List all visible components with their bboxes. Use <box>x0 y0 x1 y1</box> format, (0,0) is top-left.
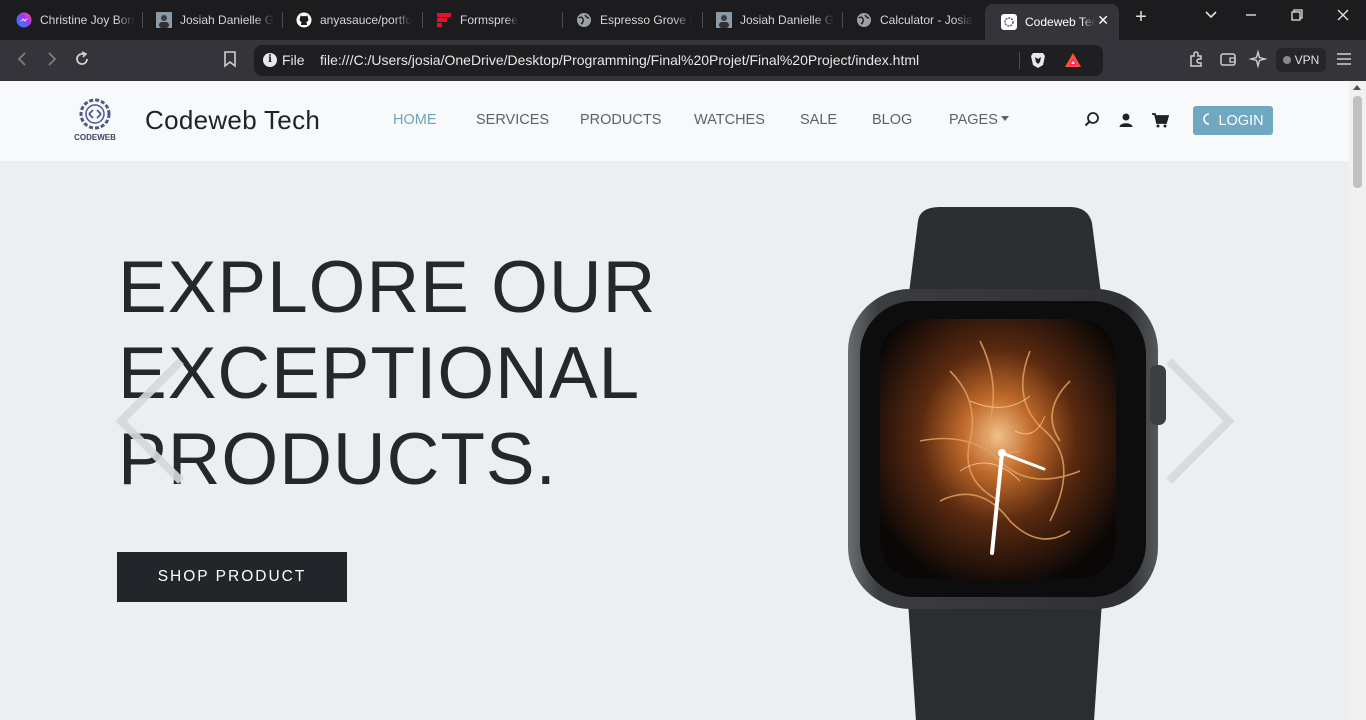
vpn-status-icon <box>1282 56 1291 64</box>
tab-title: Formspree <box>460 13 519 27</box>
brave-rewards-icon[interactable] <box>1064 51 1082 69</box>
nav-products[interactable]: PRODUCTS <box>580 112 661 128</box>
nav-blog[interactable]: BLOG <box>872 112 912 128</box>
browser-tab[interactable]: Josiah Danielle G <box>140 6 280 34</box>
browser-tab[interactable]: Espresso Grove | <box>560 6 700 34</box>
browser-tab[interactable]: Christine Joy Borr <box>0 6 140 34</box>
site-navbar: CODEWEB Codeweb Tech HOME SERVICES PRODU… <box>0 81 1349 161</box>
user-icon[interactable] <box>1117 111 1135 129</box>
address-scheme-label: File <box>282 52 305 68</box>
browser-tab[interactable]: Formspree <box>420 6 560 34</box>
address-url[interactable]: file:///C:/Users/josia/OneDrive/Desktop/… <box>320 52 919 68</box>
github-icon <box>296 12 312 28</box>
search-icon[interactable] <box>1083 111 1101 129</box>
hero-title-line: PRODUCTS. <box>118 419 557 500</box>
forward-icon[interactable] <box>41 49 63 71</box>
login-icon <box>1202 112 1212 130</box>
tab-list-chevron-icon[interactable] <box>1199 8 1223 27</box>
address-bar[interactable]: i File file:///C:/Users/josia/OneDrive/D… <box>254 45 1103 76</box>
cart-icon[interactable] <box>1151 111 1170 129</box>
tab-title: Codeweb Tec <box>1025 15 1095 29</box>
smartwatch-product-image <box>830 201 1190 720</box>
close-window-icon[interactable] <box>1331 8 1355 27</box>
brand-name[interactable]: Codeweb Tech <box>145 105 320 136</box>
nav-services[interactable]: SERVICES <box>476 112 549 128</box>
new-tab-button[interactable]: + <box>1129 6 1153 29</box>
avatar-icon <box>716 12 732 28</box>
menu-icon[interactable] <box>1333 49 1355 71</box>
brave-shields-icon[interactable] <box>1030 51 1046 69</box>
extensions-icon[interactable] <box>1186 49 1208 71</box>
scrollbar-thumb[interactable] <box>1353 96 1362 188</box>
scroll-up-icon[interactable] <box>1353 85 1361 90</box>
browser-tab[interactable]: Calculator - Josia <box>840 6 980 34</box>
tab-title: anyasauce/portfo <box>320 13 413 27</box>
browser-tab[interactable]: Josiah Danielle G <box>700 6 840 34</box>
bookmark-icon[interactable] <box>219 49 241 71</box>
codeweb-icon <box>1001 14 1017 30</box>
reload-icon[interactable] <box>71 49 93 71</box>
tab-title: Christine Joy Borr <box>40 13 136 27</box>
address-separator <box>1019 52 1020 69</box>
login-label: LOGIN <box>1218 112 1264 129</box>
nav-pages-label: PAGES <box>949 112 998 128</box>
tab-title: Espresso Grove | <box>600 13 693 27</box>
minimize-icon[interactable] <box>1239 8 1263 27</box>
carousel-prev-icon[interactable] <box>115 357 185 487</box>
close-tab-icon[interactable]: ✕ <box>1097 12 1109 29</box>
formspree-icon <box>436 12 452 28</box>
vpn-button[interactable]: VPN <box>1276 48 1326 72</box>
tab-title: Josiah Danielle G <box>740 13 835 27</box>
web-page: CODEWEB Codeweb Tech HOME SERVICES PRODU… <box>0 81 1349 720</box>
browser-tab-active[interactable]: Codeweb Tec ✕ <box>985 4 1119 40</box>
hero-title-line: EXPLORE OUR <box>118 247 657 328</box>
messenger-icon <box>16 12 32 28</box>
restore-icon[interactable] <box>1285 8 1309 27</box>
site-info-icon[interactable]: i <box>263 53 277 67</box>
wallet-icon[interactable] <box>1217 49 1239 71</box>
globe-icon <box>856 12 872 28</box>
caret-down-icon <box>1000 115 1009 121</box>
nav-home[interactable]: HOME <box>393 112 437 128</box>
browser-tab-bar: Christine Joy Borr Josiah Danielle G any… <box>0 0 1366 40</box>
login-button[interactable]: LOGIN <box>1193 106 1273 135</box>
shop-product-button[interactable]: SHOP PRODUCT <box>117 552 347 602</box>
tab-title: Josiah Danielle G <box>180 13 275 27</box>
globe-icon <box>576 12 592 28</box>
hero-title-line: EXCEPTIONAL <box>118 333 641 414</box>
page-scrollbar[interactable] <box>1349 81 1366 720</box>
codeweb-logo[interactable]: CODEWEB <box>74 95 116 147</box>
nav-watches[interactable]: WATCHES <box>694 112 765 128</box>
carousel-next-icon[interactable] <box>1165 357 1235 487</box>
back-icon[interactable] <box>11 49 33 71</box>
leo-ai-icon[interactable] <box>1247 49 1269 71</box>
logo-text: CODEWEB <box>74 133 116 142</box>
nav-sale[interactable]: SALE <box>800 112 837 128</box>
hero-title: EXPLORE OUR EXCEPTIONAL PRODUCTS. <box>118 245 656 503</box>
nav-pages-dropdown[interactable]: PAGES <box>949 112 1009 128</box>
browser-tab[interactable]: anyasauce/portfo <box>280 6 420 34</box>
avatar-icon <box>156 12 172 28</box>
vpn-label: VPN <box>1294 53 1320 67</box>
tab-title: Calculator - Josia <box>880 13 973 27</box>
